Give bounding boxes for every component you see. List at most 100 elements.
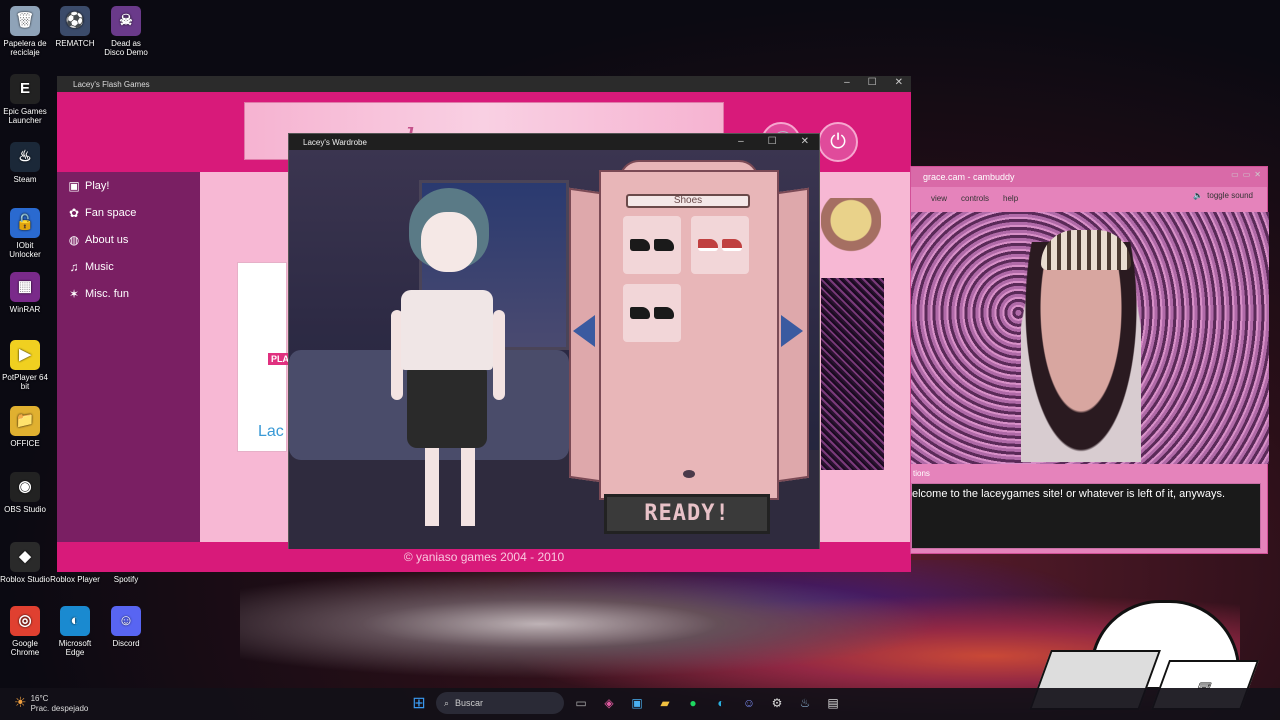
desktop-icon-label: IObit Unlocker [9, 241, 41, 260]
static-noise-panel [821, 278, 884, 470]
maximize-icon[interactable]: ▭ [1243, 170, 1251, 179]
black-boot-icon [630, 239, 650, 251]
desktop-icon[interactable]: ☠ Dead as Disco Demo [101, 6, 151, 57]
sidebar-item-label: Fan space [85, 206, 137, 219]
edge-icon[interactable]: ◐ [710, 692, 732, 714]
black-shoe-icon [654, 307, 674, 319]
wardrobe-window[interactable]: Lacey's Wardrobe – ☐ ✕ Shoes READY! [288, 133, 820, 549]
shoe-option[interactable] [623, 284, 681, 342]
character-face [421, 212, 477, 272]
power-button[interactable]: ⏻ [818, 122, 858, 162]
ready-button[interactable]: READY! [604, 494, 770, 534]
app-icon: ☠ [111, 6, 141, 36]
app-icon: ⚽ [60, 6, 90, 36]
desktop-icon[interactable]: 🗑 Papelera de reciclaje [0, 6, 50, 57]
taskbar-apps: ⊞ ⌕ Buscar ▭ ◈ ▣ ▰ ● ◐ ☺ ⚙ ♨ ▤ [408, 692, 844, 714]
game-card[interactable]: PLA Lac [237, 262, 292, 452]
desktop-icon[interactable]: ▦ WinRAR [0, 272, 50, 314]
desktop-icon[interactable]: ☺ Discord [101, 606, 151, 648]
desktop-icon[interactable]: ⚽ REMATCH [50, 6, 100, 48]
maximize-icon[interactable]: ☐ [768, 136, 777, 147]
desktop-icon[interactable]: E Epic Games Launcher [0, 74, 50, 125]
spotify-icon[interactable]: ● [682, 692, 704, 714]
close-icon[interactable]: ✕ [801, 136, 809, 147]
weather-condition: Prac. despejado [30, 703, 89, 713]
shoe-option[interactable] [691, 216, 749, 274]
desktop-icon[interactable]: ◐ Microsoft Edge [50, 606, 100, 657]
desktop-icon-label: WinRAR [9, 305, 41, 314]
desktop-icon-label: Discord [112, 639, 140, 648]
game-card-name: Lac [258, 423, 284, 440]
sidebar-item[interactable]: ♫ Music [57, 253, 200, 280]
file-explorer-icon[interactable]: ▰ [654, 692, 676, 714]
flash-window-titlebar[interactable]: Lacey's Flash Games [57, 76, 911, 92]
cam-title: grace.cam - cambuddy [923, 172, 1015, 182]
desktop-icon[interactable]: ◆ Roblox Studio [0, 542, 50, 584]
next-arrow-icon[interactable] [781, 315, 803, 347]
search-icon: ⌕ [444, 697, 450, 708]
cambuddy-window[interactable]: grace.cam - cambuddy ▭ ▭ ✕ view controls h… [910, 166, 1269, 554]
app-icon: ▶ [10, 340, 40, 370]
desktop-icon[interactable]: ♨ Steam [0, 142, 50, 184]
app-icon: ◆ [10, 542, 40, 572]
windows-start-icon[interactable]: ⊞ [408, 692, 430, 714]
desktop-icon-label: Microsoft Edge [58, 639, 92, 658]
desktop-icon[interactable]: ◉ OBS Studio [0, 472, 50, 514]
shoe-option[interactable] [623, 216, 681, 274]
app-icon: ♨ [10, 142, 40, 172]
wardrobe-title: Lacey's Wardrobe [303, 137, 367, 147]
taskbar-search[interactable]: ⌕ Buscar [436, 692, 564, 714]
sidebar-item[interactable]: ✶ Misc. fun [57, 280, 200, 307]
speaker-icon: 🔈 [1193, 191, 1204, 200]
task-view-icon[interactable]: ▭ [570, 692, 592, 714]
toggle-sound-button[interactable]: 🔈 toggle sound [1193, 191, 1253, 200]
chibi-character-image [821, 198, 881, 273]
close-icon[interactable]: ✕ [895, 77, 903, 88]
desktop-icon-label: Dead as Disco Demo [104, 39, 148, 58]
desktop-icon-label: Steam [13, 175, 37, 184]
sidebar-item[interactable]: ✿ Fan space [57, 199, 200, 226]
minimize-icon[interactable]: – [738, 136, 744, 147]
webcam-person [1021, 242, 1141, 462]
desktop-icon[interactable]: ▶ PotPlayer 64 bit [0, 340, 50, 391]
sidebar-item[interactable]: ◍ About us [57, 226, 200, 253]
desktop-icon-label: Roblox Studio [0, 575, 50, 584]
desktop-icon[interactable]: ◎ Google Chrome [0, 606, 50, 657]
desktop-icon[interactable]: 📁 OFFICE [0, 406, 50, 448]
app-icon: ☺ [111, 606, 141, 636]
steam-icon[interactable]: ♨ [794, 692, 816, 714]
store-icon[interactable]: ▣ [626, 692, 648, 714]
webcam-feed [911, 212, 1269, 464]
red-sneaker-icon [722, 239, 742, 251]
cam-menu-item[interactable]: help [1003, 194, 1018, 204]
character-top [401, 290, 493, 370]
music-icon: ♫ [69, 259, 79, 274]
flash-app-icon[interactable]: ▤ [822, 692, 844, 714]
minimize-icon[interactable]: ▭ [1231, 170, 1239, 179]
minimize-icon[interactable]: – [844, 77, 850, 88]
settings-icon[interactable]: ⚙ [766, 692, 788, 714]
drawer-knob [683, 470, 695, 478]
close-icon[interactable]: ✕ [1254, 170, 1261, 179]
temperature: 16°C [30, 694, 49, 703]
message-box: elcome to the laceygames site! or whatev… [911, 483, 1261, 549]
power-icon: ⏻ [830, 130, 846, 153]
cam-titlebar[interactable]: grace.cam - cambuddy [911, 167, 1267, 187]
prev-arrow-icon[interactable] [573, 315, 595, 347]
app-icon: 🔓 [10, 208, 40, 238]
app-icon: ◉ [10, 472, 40, 502]
character-leg-right [461, 446, 475, 526]
desktop-icon-label: OFFICE [10, 439, 40, 448]
copilot-icon[interactable]: ◈ [598, 692, 620, 714]
star-icon: ✶ [68, 286, 80, 301]
cam-menu-item[interactable]: view [931, 194, 947, 204]
desktop-icon[interactable]: 🔓 IObit Unlocker [0, 208, 50, 259]
welcome-message: elcome to the laceygames site! or whatev… [912, 488, 1226, 500]
discord-icon[interactable]: ☺ [738, 692, 760, 714]
app-icon: 📁 [10, 406, 40, 436]
maximize-icon[interactable]: ☐ [868, 77, 877, 88]
red-sneaker-icon [698, 239, 718, 251]
cam-menu-item[interactable]: controls [961, 194, 989, 204]
sidebar-item[interactable]: ▣ Play! [57, 172, 200, 199]
weather-widget[interactable]: ☀ 16°C Prac. despejado [14, 694, 88, 713]
